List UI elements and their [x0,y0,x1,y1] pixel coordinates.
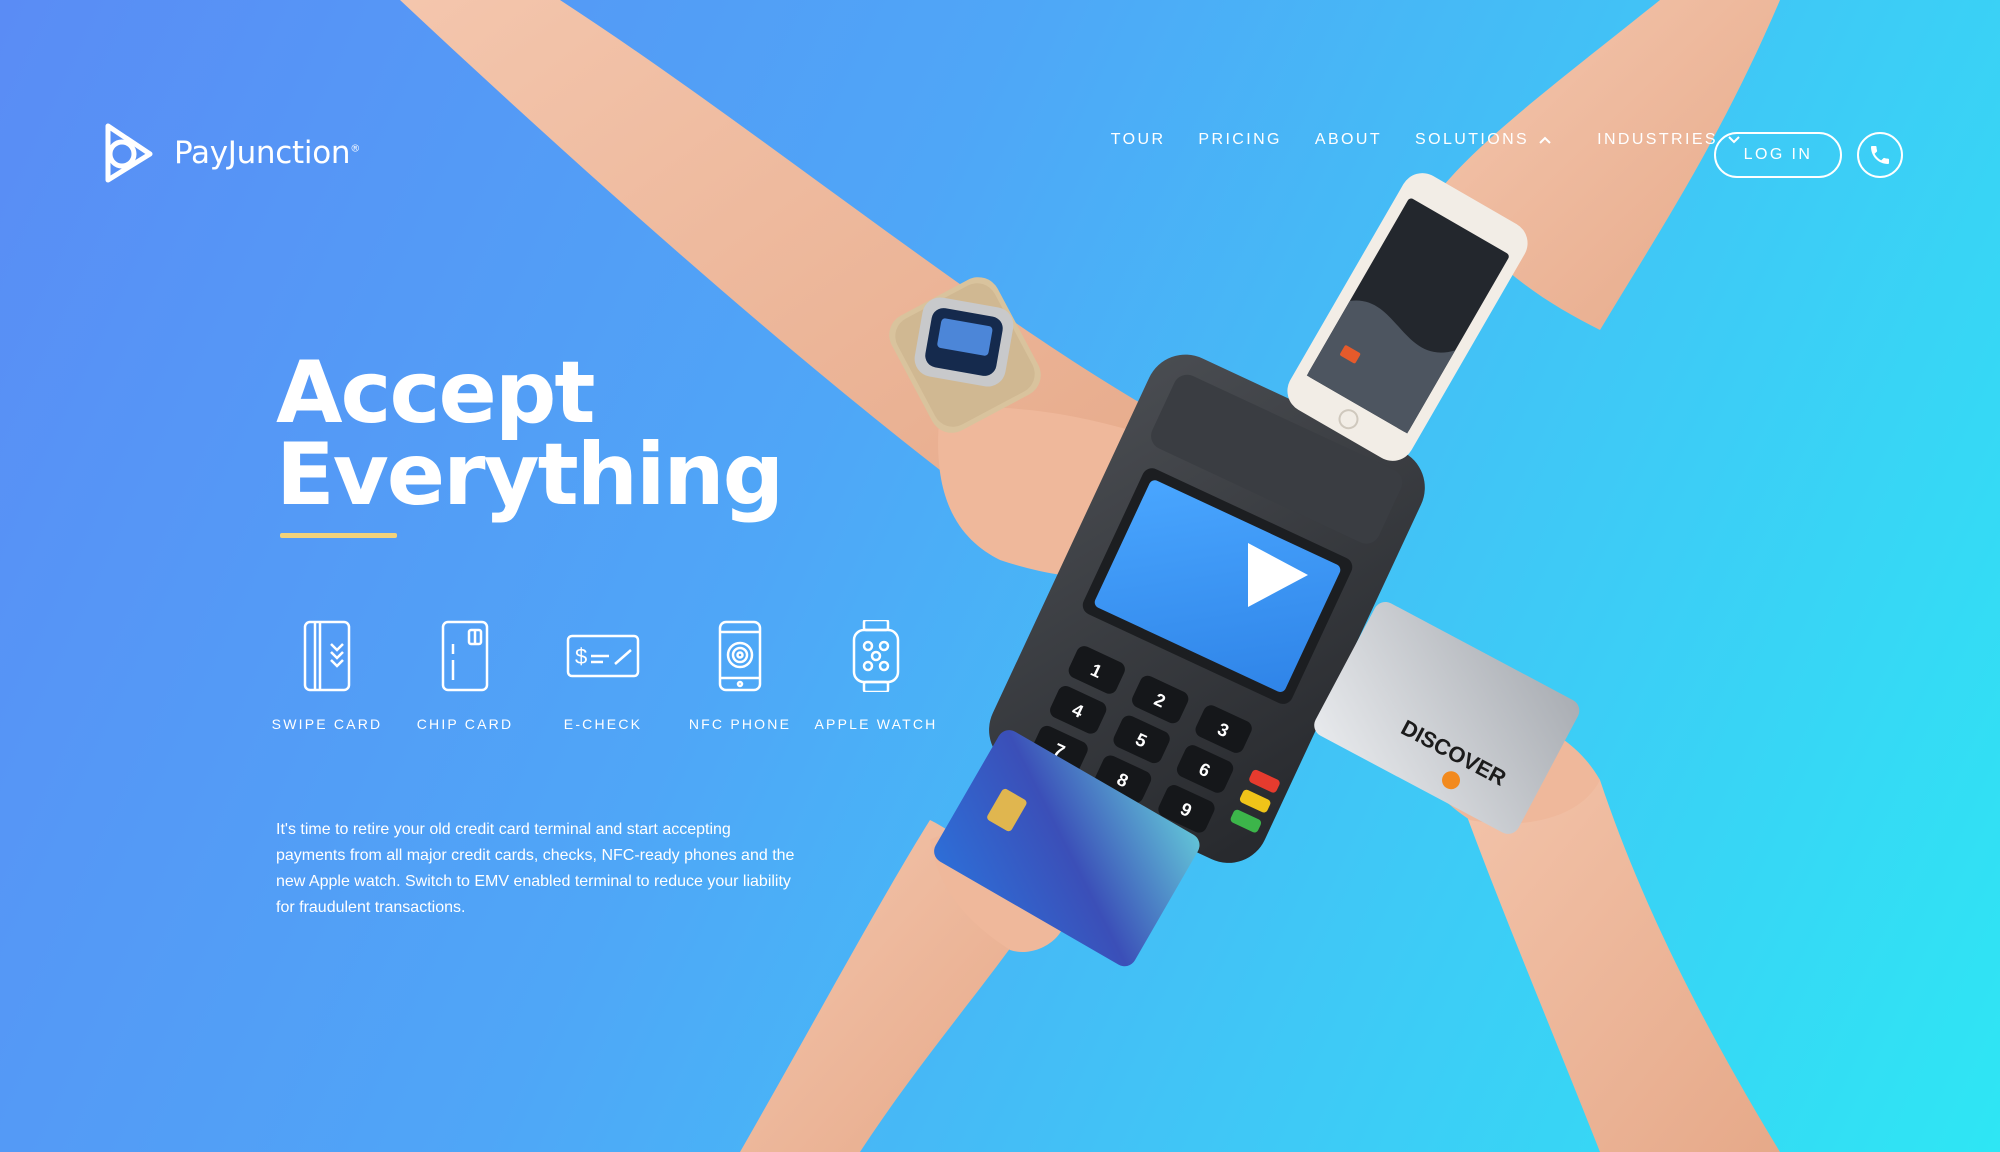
brand-logo[interactable]: PayJunction® [100,120,360,186]
svg-text:$: $ [575,644,587,669]
nfc-phone-icon [718,620,762,692]
hero-underline [280,533,397,538]
method-e-check: $ E-CHECK [533,620,673,732]
discover-card: DISCOVER [1314,601,1580,834]
hero-title: Accept Everything [276,343,784,525]
key-9: 9 [1177,799,1195,821]
method-chip-card-label: CHIP CARD [416,716,514,732]
key-7: 7 [1050,739,1068,761]
play-icon [1248,543,1308,607]
nav-solutions[interactable]: SOLUTIONS [1415,131,1551,149]
key-6: 6 [1196,759,1214,781]
arm-bottom-right [1440,730,1780,1152]
method-nfc-phone-label: NFC PHONE [688,716,792,732]
key-3: 3 [1214,719,1232,741]
phone-button[interactable] [1857,132,1903,178]
chevron-up-icon [1539,136,1551,144]
key-1: 1 [1088,660,1106,682]
method-swipe-card: SWIPE CARD [257,620,397,732]
brand-name: PayJunction® [174,135,360,171]
login-button[interactable]: LOG IN [1714,132,1842,178]
play-video-button[interactable] [1220,525,1320,625]
page: 1 2 3 4 5 6 7 8 9 DISCOVER PayJunction® … [0,0,2000,1152]
hero-title-line2: Everything [276,425,784,525]
key-4: 4 [1069,700,1087,722]
blue-credit-card [934,730,1200,967]
key-5: 5 [1132,729,1150,751]
payjunction-logo-icon [105,123,153,183]
method-apple-watch-label: APPLE WATCH [814,716,938,732]
hero-title-line1: Accept [276,343,596,443]
phone-icon [1871,146,1889,164]
apple-watch-icon [852,620,900,692]
smartphone [1287,173,1528,461]
method-e-check-label: E-CHECK [563,716,643,732]
method-swipe-card-label: SWIPE CARD [271,716,383,732]
method-nfc-phone: NFC PHONE [670,620,810,732]
main-nav: TOUR PRICING ABOUT SOLUTIONS INDUSTRIES [1078,131,1740,149]
key-8: 8 [1114,769,1132,791]
hero-description: It's time to retire your old credit card… [276,821,795,916]
e-check-icon: $ [566,634,640,678]
method-apple-watch: APPLE WATCH [806,620,946,732]
chip-card-icon [441,620,489,692]
key-2: 2 [1151,689,1169,711]
swipe-card-icon [303,620,351,692]
card-terminal: 1 2 3 4 5 6 7 8 9 [989,354,1425,863]
nav-tour[interactable]: TOUR [1111,131,1166,149]
nav-pricing[interactable]: PRICING [1198,131,1281,149]
method-chip-card: CHIP CARD [395,620,535,732]
discover-logo: DISCOVER [1397,715,1510,791]
nav-about[interactable]: ABOUT [1315,131,1382,149]
